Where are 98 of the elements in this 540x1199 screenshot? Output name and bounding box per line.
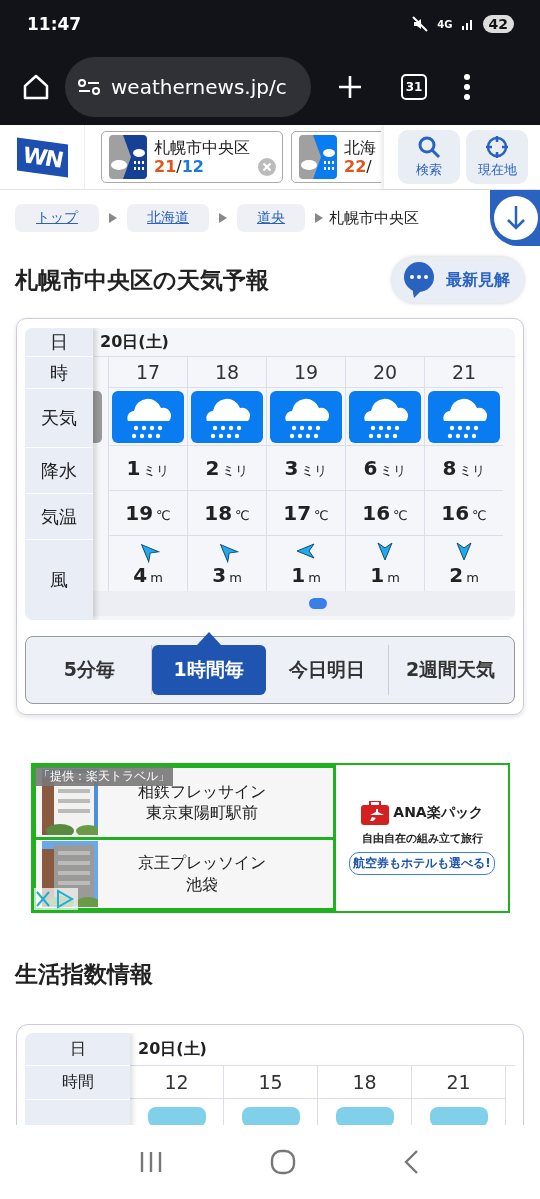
wind-speed: 1 m	[291, 562, 321, 587]
precipitation-value: 2 ミリ	[205, 456, 249, 480]
header-button[interactable]: 検索	[398, 130, 460, 184]
hotel-card[interactable]: 京王プレッソイン 池袋	[33, 839, 333, 911]
latest-view-button[interactable]: 最新見解	[392, 257, 524, 303]
weather-icon	[109, 135, 147, 179]
crosshair-icon	[485, 135, 509, 159]
breadcrumb-link[interactable]: 道央	[237, 204, 305, 232]
wind-speed: 1 m	[370, 562, 400, 587]
page-title: 札幌市中央区の天気予報	[15, 265, 269, 295]
hour-label: 21	[412, 1066, 505, 1099]
chat-bubble-icon	[402, 261, 436, 299]
site-settings-icon[interactable]	[77, 76, 101, 97]
row-label: 時間	[25, 1066, 130, 1100]
header-button[interactable]: 現在地	[466, 130, 528, 184]
precipitation-value: 3 ミリ	[284, 456, 328, 480]
row-label: 降水	[25, 448, 93, 494]
chevron-icon	[219, 213, 227, 223]
high-temperature: 21	[154, 157, 177, 176]
row-label: 気温	[25, 494, 93, 540]
row-label: 日	[25, 328, 93, 357]
download-icon[interactable]	[490, 190, 540, 246]
location-name: 札幌市中央区	[154, 137, 250, 157]
search-icon	[417, 135, 441, 159]
separator: /	[366, 157, 372, 176]
signal-icon	[460, 17, 475, 31]
index-badge	[241, 1107, 300, 1125]
temperature-value: 17℃	[283, 501, 329, 525]
suitcase-plane-icon	[361, 801, 390, 825]
hour-label: 19	[293, 361, 319, 383]
more-icon[interactable]	[463, 73, 471, 100]
breadcrumb-link[interactable]: 北海道	[127, 204, 209, 232]
rain-cloud-icon	[191, 390, 263, 443]
mute-icon	[411, 15, 430, 33]
row-label: 日	[25, 1033, 130, 1066]
low-temperature: 12	[181, 157, 204, 176]
hour-label: 17	[135, 361, 161, 383]
weather-icon	[299, 135, 337, 179]
date-label: 20日(土)	[138, 1038, 207, 1060]
ad-choices-icon[interactable]	[34, 888, 78, 910]
index-badge	[147, 1107, 206, 1125]
hour-label: 18	[318, 1066, 411, 1099]
scroll-thumb[interactable]	[309, 598, 327, 609]
row-label: 時	[25, 357, 93, 389]
chevron-icon	[315, 213, 323, 223]
row-label: 風	[49, 568, 69, 592]
separator: /	[176, 157, 182, 176]
back-icon[interactable]	[402, 1150, 419, 1174]
address-bar[interactable]: weathernews.jp/c	[65, 56, 311, 117]
interval-tab[interactable]: 2週間天気	[389, 645, 512, 695]
recent-apps-icon[interactable]	[139, 1151, 164, 1173]
weather-icon-edge	[93, 391, 102, 443]
precipitation-value: 6 ミリ	[363, 456, 407, 480]
breadcrumb-current: 札幌市中央区	[329, 208, 419, 228]
ad-banner[interactable]: 相鉄フレッサイン 東京東陽町駅前 京王プレッソイン 池袋 「提供：楽天トラベル」 ANA楽パック 自由自在の組み立て旅行 航空券もホテルも選べる!	[31, 763, 510, 913]
wind-speed: 3 m	[212, 562, 242, 587]
rain-cloud-icon	[270, 390, 342, 443]
battery-indicator: 42	[482, 15, 514, 33]
wind-speed: 2 m	[449, 562, 479, 587]
index-badge	[335, 1107, 394, 1125]
breadcrumb-link[interactable]: トップ	[15, 204, 99, 232]
rain-cloud-icon	[112, 390, 184, 443]
wind-speed: 4 m	[133, 562, 163, 587]
interval-tab[interactable]: 今日明日	[265, 645, 390, 695]
site-logo[interactable]: WN	[16, 136, 68, 178]
new-tab-icon[interactable]	[337, 73, 363, 100]
url-text: weathernews.jp/c	[111, 74, 287, 99]
temperature-value: 16℃	[441, 501, 487, 525]
precipitation-value: 1 ミリ	[126, 456, 170, 480]
brand-name: ANA楽パック	[393, 804, 483, 822]
index-badge	[429, 1107, 488, 1125]
pointer-icon	[196, 632, 221, 645]
precipitation-value: 8 ミリ	[442, 456, 486, 480]
rain-cloud-icon	[349, 390, 421, 443]
section-title: 生活指数情報	[15, 960, 154, 989]
hour-label: 15	[224, 1066, 317, 1099]
clock: 11:47	[27, 14, 82, 34]
tagline: 自由自在の組み立て旅行	[361, 831, 483, 846]
hour-label: 18	[214, 361, 240, 383]
promo-pill: 航空券もホテルも選べる!	[349, 852, 495, 875]
ad-credit: 「提供：楽天トラベル」	[35, 767, 173, 786]
date-label: 20日(土)	[100, 331, 169, 353]
hotel-name: 京王プレッソイン 池袋	[136, 852, 267, 896]
hour-label: 21	[451, 361, 477, 383]
network-label: 4G	[437, 18, 453, 30]
location-chip[interactable]: 札幌市中央区 21/12	[101, 131, 283, 183]
chevron-icon	[109, 213, 117, 223]
temperature-value: 18℃	[204, 501, 250, 525]
temperature-value: 19℃	[125, 501, 171, 525]
interval-tab[interactable]: 5分毎	[28, 645, 152, 695]
high-temperature: 22	[344, 157, 367, 176]
hour-label: 12	[130, 1066, 223, 1099]
rain-cloud-icon	[428, 390, 500, 443]
home-button-icon[interactable]	[270, 1149, 296, 1175]
location-name: 北海	[344, 137, 376, 157]
tab-count-button[interactable]: 31	[401, 73, 427, 100]
hour-label: 20	[372, 361, 398, 383]
temperature-value: 16℃	[362, 501, 408, 525]
